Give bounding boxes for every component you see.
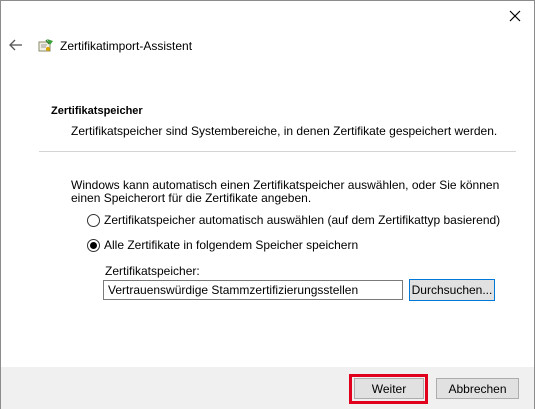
close-icon [509,10,521,22]
section-title: Zertifikatspeicher [51,105,143,117]
radio-store-all-label: Alle Zertifikate in folgendem Speicher s… [104,238,359,252]
wizard-title: Zertifikatimport-Assistent [60,39,193,53]
cancel-button[interactable]: Abbrechen [436,378,519,399]
back-button[interactable] [7,36,25,54]
close-button[interactable] [502,5,528,27]
browse-button[interactable]: Durchsuchen... [409,279,495,301]
radio-button-unselected[interactable] [87,213,100,227]
radio-auto-select[interactable]: Zertifikatspeicher automatisch auswählen… [87,213,500,227]
certificate-wizard-icon [38,39,53,52]
radio-auto-select-label: Zertifikatspeicher automatisch auswählen… [104,213,501,227]
wizard-header: Zertifikatimport-Assistent [38,38,192,54]
intro-text: Windows kann automatisch einen Zertifika… [71,178,500,205]
back-arrow-icon [9,39,22,51]
store-label: Zertifikatspeicher: [105,264,200,278]
section-description: Zertifikatspeicher sind Systembereiche, … [71,124,498,138]
next-button[interactable]: Weiter [354,378,424,399]
wizard-window: Zertifikatimport-Assistent Zertifikatspe… [0,0,535,409]
radio-button-selected[interactable] [87,238,100,252]
store-field[interactable]: Vertrauenswürdige Stammzertifizierungsst… [103,280,403,300]
radio-store-all[interactable]: Alle Zertifikate in folgendem Speicher s… [87,238,358,252]
divider [39,151,516,152]
